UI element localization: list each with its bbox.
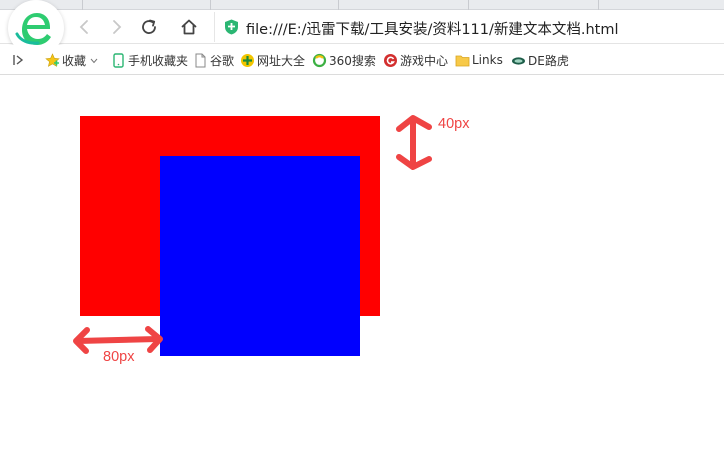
forward-arrow-icon[interactable] <box>105 15 129 39</box>
site-icon <box>240 53 255 68</box>
tab-separator <box>598 0 599 10</box>
bookmarks-bar: 收藏 手机收藏夹 谷歌 网址大全 360搜索 游戏中心 Links DE路虎 <box>0 45 724 75</box>
tab-strip <box>0 0 724 10</box>
url-text[interactable]: file:///E:/迅雷下载/工具安装/资料111/新建文本文档.html <box>246 18 619 39</box>
bookmark-links[interactable]: Links <box>455 52 503 68</box>
bookmark-label: 手机收藏夹 <box>128 53 189 68</box>
game-icon <box>383 53 398 68</box>
bookmark-label: 360搜索 <box>329 53 376 68</box>
vertical-double-arrow-icon <box>396 115 432 170</box>
search-360-icon <box>312 53 327 68</box>
tab-separator <box>82 0 83 10</box>
page-icon <box>193 53 208 68</box>
bookmark-de-luhu[interactable]: DE路虎 <box>511 52 569 68</box>
bookmark-label: 游戏中心 <box>400 53 449 68</box>
horizontal-offset-label: 80px <box>103 349 135 365</box>
bookmark-label: Links <box>472 53 503 67</box>
bookmark-site-directory[interactable]: 网址大全 <box>240 52 305 68</box>
tab-separator <box>338 0 339 10</box>
bookmark-360-search[interactable]: 360搜索 <box>312 52 376 68</box>
reload-icon[interactable] <box>137 15 161 39</box>
bookmark-favorites[interactable]: 收藏 <box>45 52 98 68</box>
star-icon <box>45 52 60 68</box>
home-icon[interactable] <box>177 15 201 39</box>
bookmark-label: 网址大全 <box>257 53 306 68</box>
bookmark-mobile-favorites[interactable]: 手机收藏夹 <box>111 52 188 68</box>
folder-icon <box>455 53 470 68</box>
car-icon <box>511 53 526 68</box>
navigation-bar: file:///E:/迅雷下载/工具安装/资料111/新建文本文档.html <box>0 0 724 56</box>
back-arrow-icon[interactable] <box>72 15 96 39</box>
address-bar[interactable]: file:///E:/迅雷下载/工具安装/资料111/新建文本文档.html <box>214 12 724 42</box>
chevron-down-icon[interactable] <box>90 53 98 67</box>
sidebar-toggle-icon[interactable] <box>10 52 26 68</box>
bookmark-google[interactable]: 谷歌 <box>193 52 234 68</box>
bookmark-label: 谷歌 <box>210 53 235 68</box>
bookmark-label: DE路虎 <box>528 53 569 68</box>
shield-icon <box>224 19 239 35</box>
bookmark-label: 收藏 <box>62 53 87 68</box>
tab-separator <box>210 0 211 10</box>
blue-box <box>160 156 360 356</box>
phone-icon <box>111 52 126 68</box>
tab-separator <box>468 0 469 10</box>
bookmark-game-center[interactable]: 游戏中心 <box>383 52 448 68</box>
page-content: 40px 80px <box>0 76 724 449</box>
vertical-offset-label: 40px <box>438 116 470 132</box>
